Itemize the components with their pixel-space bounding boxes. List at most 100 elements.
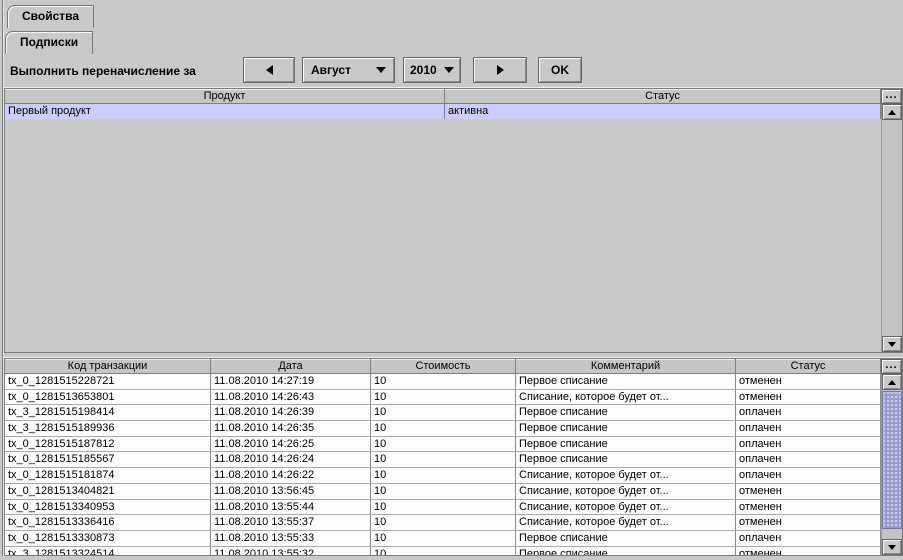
- cell-cost: 10: [371, 374, 516, 390]
- cell-comment: Первое списание: [516, 437, 736, 453]
- cell-comment: Списание, которое будет от...: [516, 390, 736, 406]
- transactions-column-options-button[interactable]: ...: [881, 359, 902, 374]
- cell-id: tx_3_1281515189936: [5, 421, 211, 437]
- cell-comment: Списание, которое будет от...: [516, 484, 736, 500]
- scroll-down-button[interactable]: [882, 336, 902, 352]
- cell-status: оплачен: [736, 421, 881, 437]
- chevron-down-icon: [444, 67, 454, 73]
- transactions-table: Код транзакции Дата Стоимость Комментари…: [4, 358, 903, 556]
- ok-button[interactable]: OK: [538, 57, 582, 83]
- down-arrow-icon: [888, 545, 896, 550]
- month-dropdown[interactable]: Август: [302, 57, 395, 83]
- cell-date: 11.08.2010 14:26:22: [211, 468, 371, 484]
- transactions-table-body: tx_0_128151522872111.08.2010 14:27:1910П…: [5, 374, 881, 555]
- ok-button-label: OK: [551, 63, 569, 77]
- cell-cost: 10: [371, 452, 516, 468]
- scrollbar-track[interactable]: [882, 529, 902, 539]
- column-header-product[interactable]: Продукт: [5, 89, 445, 104]
- transactions-table-header: Код транзакции Дата Стоимость Комментари…: [5, 359, 881, 374]
- table-row[interactable]: tx_3_128151518993611.08.2010 14:26:3510П…: [5, 421, 881, 437]
- cell-date: 11.08.2010 14:26:43: [211, 390, 371, 406]
- up-arrow-icon: [888, 110, 896, 115]
- scrollbar-thumb[interactable]: [882, 391, 902, 529]
- scrollbar-track[interactable]: [882, 120, 902, 336]
- cell-status: оплачен: [736, 405, 881, 421]
- column-header-status[interactable]: Статус: [736, 359, 881, 374]
- cell-id: tx_0_1281515185567: [5, 452, 211, 468]
- previous-month-button[interactable]: [243, 57, 295, 83]
- table-row[interactable]: tx_0_128151518781211.08.2010 14:26:2510П…: [5, 437, 881, 453]
- table-row[interactable]: tx_0_128151333641611.08.2010 13:55:3710С…: [5, 515, 881, 531]
- scroll-down-button[interactable]: [882, 539, 902, 555]
- cell-comment: Списание, которое будет от...: [516, 500, 736, 516]
- table-row[interactable]: tx_0_128151518187411.08.2010 14:26:2210С…: [5, 468, 881, 484]
- chevron-down-icon: [376, 67, 386, 73]
- tab-subscriptions-label: Подписки: [20, 35, 78, 49]
- recalculation-label: Выполнить переначисление за: [10, 64, 196, 78]
- year-dropdown-value: 2010: [410, 63, 437, 77]
- cell-id: tx_0_1281515181874: [5, 468, 211, 484]
- column-header-transaction-code[interactable]: Код транзакции: [5, 359, 211, 374]
- cell-date: 11.08.2010 13:55:37: [211, 515, 371, 531]
- right-arrow-icon: [497, 65, 504, 75]
- month-dropdown-value: Август: [311, 63, 351, 77]
- cell-cost: 10: [371, 405, 516, 421]
- cell-date: 11.08.2010 14:26:24: [211, 452, 371, 468]
- tab-properties[interactable]: Свойства: [7, 5, 94, 28]
- scroll-up-button[interactable]: [882, 374, 902, 390]
- cell-cost: 10: [371, 468, 516, 484]
- cell-id: tx_0_1281513653801: [5, 390, 211, 406]
- scroll-up-button[interactable]: [882, 104, 902, 120]
- table-row[interactable]: tx_0_128151333087311.08.2010 13:55:3310П…: [5, 531, 881, 547]
- column-header-status[interactable]: Статус: [445, 89, 881, 104]
- window-bottom-margin: [0, 556, 903, 560]
- cell-id: tx_3_1281513324514: [5, 547, 211, 555]
- cell-cost: 10: [371, 500, 516, 516]
- cell-cost: 10: [371, 515, 516, 531]
- subscriptions-table-header: Продукт Статус: [5, 89, 881, 104]
- cell-comment: Первое списание: [516, 547, 736, 555]
- table-row[interactable]: tx_0_128151518556711.08.2010 14:26:2410П…: [5, 452, 881, 468]
- cell-cost: 10: [371, 547, 516, 555]
- cell-comment: Первое списание: [516, 405, 736, 421]
- cell-status: оплачен: [736, 437, 881, 453]
- cell-status: отменен: [736, 547, 881, 555]
- transactions-scrollbar[interactable]: [881, 374, 902, 555]
- table-row[interactable]: tx_0_128151340482111.08.2010 13:56:4510С…: [5, 484, 881, 500]
- table-row[interactable]: tx_3_128151519841411.08.2010 14:26:3910П…: [5, 405, 881, 421]
- cell-cost: 10: [371, 421, 516, 437]
- cell-date: 11.08.2010 13:55:32: [211, 547, 371, 555]
- column-header-comment[interactable]: Комментарий: [516, 359, 736, 374]
- cell-id: tx_0_1281515228721: [5, 374, 211, 390]
- cell-id: tx_0_1281513340953: [5, 500, 211, 516]
- cell-comment: Первое списание: [516, 531, 736, 547]
- cell-date: 11.08.2010 14:27:19: [211, 374, 371, 390]
- table-row[interactable]: tx_0_128151334095311.08.2010 13:55:4410С…: [5, 500, 881, 516]
- cell-date: 11.08.2010 13:55:33: [211, 531, 371, 547]
- cell-cost: 10: [371, 484, 516, 500]
- subscriptions-scrollbar[interactable]: [881, 104, 902, 352]
- cell-date: 11.08.2010 13:55:44: [211, 500, 371, 516]
- table-row[interactable]: tx_3_128151332451411.08.2010 13:55:3210П…: [5, 547, 881, 555]
- cell-status: оплачен: [736, 452, 881, 468]
- cell-status: отменен: [736, 374, 881, 390]
- tab-subscriptions[interactable]: Подписки: [5, 31, 93, 54]
- cell-id: tx_0_1281515187812: [5, 437, 211, 453]
- cell-id: tx_0_1281513330873: [5, 531, 211, 547]
- table-row[interactable]: Первый продуктактивна: [5, 104, 881, 119]
- year-dropdown[interactable]: 2010: [403, 57, 461, 83]
- subscriptions-table: Продукт Статус ... Первый продуктактивна: [4, 88, 903, 353]
- next-month-button[interactable]: [473, 57, 527, 83]
- cell-comment: Первое списание: [516, 452, 736, 468]
- cell-status: отменен: [736, 515, 881, 531]
- cell-status: отменен: [736, 484, 881, 500]
- table-row[interactable]: tx_0_128151365380111.08.2010 14:26:4310С…: [5, 390, 881, 406]
- column-header-cost[interactable]: Стоимость: [371, 359, 516, 374]
- table-row[interactable]: tx_0_128151522872111.08.2010 14:27:1910П…: [5, 374, 881, 390]
- subscriptions-column-options-button[interactable]: ...: [881, 89, 902, 104]
- column-header-date[interactable]: Дата: [211, 359, 371, 374]
- left-arrow-icon: [266, 65, 273, 75]
- tab-properties-label: Свойства: [22, 9, 79, 23]
- cell-date: 11.08.2010 14:26:39: [211, 405, 371, 421]
- cell-cost: 10: [371, 390, 516, 406]
